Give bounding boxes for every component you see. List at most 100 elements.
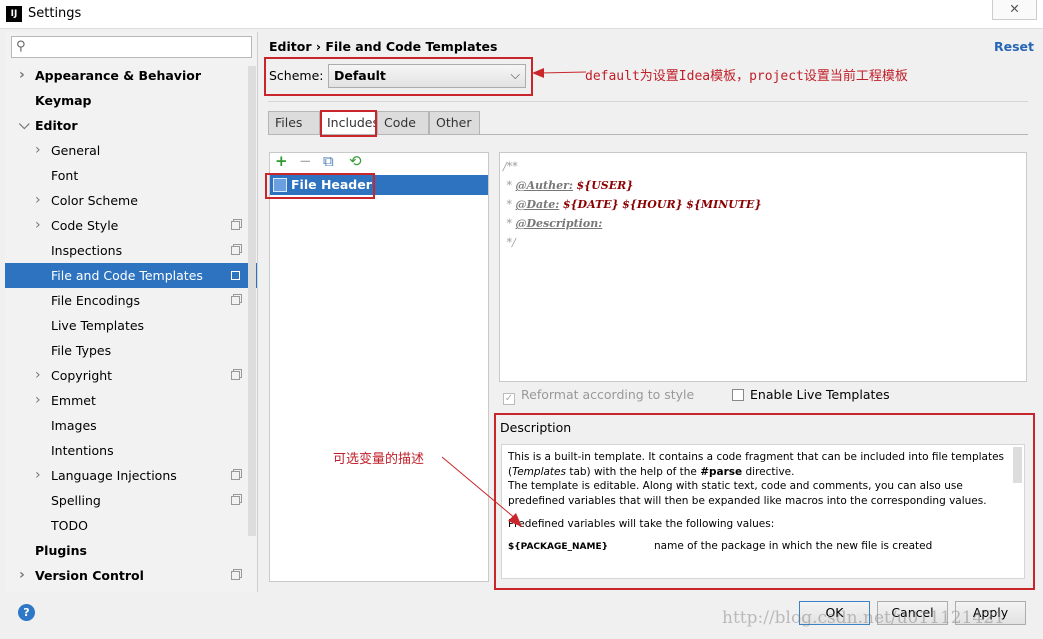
sidebar-item-label: Emmet xyxy=(51,393,96,408)
chevron-right-icon[interactable]: › xyxy=(35,138,41,163)
template-editor[interactable]: /** * @Auther: ${USER} * @Date: ${DATE} … xyxy=(499,152,1027,382)
date-tag: @Date: xyxy=(515,198,560,211)
sidebar-item-file-types[interactable]: File Types xyxy=(5,338,257,363)
chevron-right-icon[interactable]: › xyxy=(35,363,41,388)
divider xyxy=(268,134,1028,135)
scheme-dropdown[interactable]: Default ⌵ xyxy=(328,64,526,88)
minute-variable: ${MINUTE} xyxy=(686,198,762,211)
sidebar-item-label: Code Style xyxy=(51,218,119,233)
search-icon: ⚲ xyxy=(16,39,26,54)
help-button[interactable]: ? xyxy=(18,604,35,621)
sidebar-item-plugins[interactable]: Plugins xyxy=(5,538,257,563)
sidebar-item-language-injections[interactable]: › Language Injections xyxy=(5,463,257,488)
comment-star: * xyxy=(506,179,513,192)
comment-start: /** xyxy=(503,160,518,173)
description-tag: @Description: xyxy=(515,217,603,230)
annotation-box-includes xyxy=(320,110,377,137)
sidebar-item-file-encodings[interactable]: File Encodings xyxy=(5,288,257,313)
checkbox-icon xyxy=(732,389,744,401)
tab-files[interactable]: Files xyxy=(268,111,320,135)
sidebar-item-appearance-behavior[interactable]: › Appearance & Behavior xyxy=(5,63,257,88)
app-logo-icon: IJ xyxy=(6,6,22,22)
remove-icon[interactable]: − xyxy=(299,152,312,170)
annotation-arrow xyxy=(441,456,522,527)
desc-text: The template is editable. Along with sta… xyxy=(508,480,987,507)
chevron-down-icon[interactable]: ⌵ xyxy=(19,113,30,138)
live-templates-label: Enable Live Templates xyxy=(750,387,890,402)
reformat-checkbox[interactable]: ✓ Reformat according to style xyxy=(503,387,694,405)
date-variable: ${DATE} xyxy=(562,198,619,211)
project-copy-icon xyxy=(231,221,240,230)
sidebar-item-todo[interactable]: TODO xyxy=(5,513,257,538)
sidebar-item-images[interactable]: Images xyxy=(5,413,257,438)
chevron-right-icon[interactable]: › xyxy=(35,188,41,213)
sidebar-item-label: File Types xyxy=(51,343,112,358)
search-input[interactable]: ⚲ xyxy=(11,36,252,58)
breadcrumb: Editor › File and Code Templates xyxy=(269,39,498,54)
sidebar-item-emmet[interactable]: › Emmet xyxy=(5,388,257,413)
reset-template-icon[interactable]: ⟲ xyxy=(349,152,362,170)
description-panel: This is a built-in template. It contains… xyxy=(501,444,1025,579)
sidebar-item-keymap[interactable]: Keymap xyxy=(5,88,257,113)
sidebar-item-label: TODO xyxy=(51,518,88,533)
project-copy-icon xyxy=(231,371,240,380)
sidebar-scrollbar[interactable] xyxy=(248,66,256,536)
chevron-right-icon[interactable]: › xyxy=(19,63,25,88)
hour-variable: ${HOUR} xyxy=(622,198,683,211)
user-variable: ${USER} xyxy=(576,179,634,192)
sidebar-item-color-scheme[interactable]: › Color Scheme xyxy=(5,188,257,213)
sidebar-item-intentions[interactable]: Intentions xyxy=(5,438,257,463)
comment-end: */ xyxy=(506,236,516,249)
project-copy-icon xyxy=(231,246,240,255)
sidebar-item-label: General xyxy=(51,143,101,158)
auther-tag: @Auther: xyxy=(515,179,573,192)
enable-live-templates-checkbox[interactable]: Enable Live Templates xyxy=(732,387,890,402)
annotation-scheme-note: default为设置Idea模板，project设置当前工程模板 xyxy=(585,69,908,84)
project-copy-icon xyxy=(231,296,240,305)
reformat-label: Reformat according to style xyxy=(521,387,695,402)
reset-link[interactable]: Reset xyxy=(994,39,1034,54)
chevron-right-icon[interactable]: › xyxy=(35,388,41,413)
comment-star: * xyxy=(506,198,513,211)
project-copy-icon xyxy=(231,571,240,580)
sidebar-item-copyright[interactable]: › Copyright xyxy=(5,363,257,388)
sidebar-item-label: Color Scheme xyxy=(51,193,138,208)
sidebar-item-spelling[interactable]: Spelling xyxy=(5,488,257,513)
project-copy-icon xyxy=(231,471,240,480)
chevron-right-icon[interactable]: › xyxy=(35,463,41,488)
description-scrollbar[interactable] xyxy=(1013,447,1022,483)
sidebar-item-label: Intentions xyxy=(51,443,114,458)
sidebar-item-editor[interactable]: ⌵ Editor xyxy=(5,113,257,138)
chevron-right-icon[interactable]: › xyxy=(19,563,25,588)
sidebar-item-version-control[interactable]: › Version Control xyxy=(5,563,257,588)
sidebar-item-file-and-code-templates[interactable]: File and Code Templates xyxy=(5,263,257,288)
sidebar-item-code-style[interactable]: › Code Style xyxy=(5,213,257,238)
sidebar-item-label: Appearance & Behavior xyxy=(35,68,201,83)
checkbox-checked-icon: ✓ xyxy=(503,393,515,405)
sidebar-item-font[interactable]: Font xyxy=(5,163,257,188)
variable-description: name of the package in which the new fil… xyxy=(654,539,933,552)
project-copy-icon xyxy=(231,271,240,280)
close-button[interactable]: ✕ xyxy=(992,0,1037,20)
sidebar-item-live-templates[interactable]: Live Templates xyxy=(5,313,257,338)
sidebar-item-general[interactable]: › General xyxy=(5,138,257,163)
project-copy-icon xyxy=(231,496,240,505)
variable-name: ${PACKAGE_NAME} xyxy=(508,541,608,552)
sidebar-item-label: File Encodings xyxy=(51,293,141,308)
desc-text: #parse xyxy=(700,465,743,478)
tab-other[interactable]: Other xyxy=(429,111,480,135)
comment-star: * xyxy=(506,217,513,230)
add-icon[interactable]: + xyxy=(275,152,288,170)
sidebar-item-inspections[interactable]: Inspections xyxy=(5,238,257,263)
annotation-box-file-header xyxy=(265,173,375,199)
sidebar-item-label: Font xyxy=(51,168,79,183)
scheme-value: Default xyxy=(334,68,386,83)
sidebar-item-label: Language Injections xyxy=(51,468,177,483)
tab-code[interactable]: Code xyxy=(377,111,429,135)
sidebar-item-label: Spelling xyxy=(51,493,101,508)
desc-text: directive. xyxy=(742,465,795,478)
watermark: http://blog.csdn.net/u011121421 xyxy=(722,608,1005,628)
copy-icon[interactable]: ⧉ xyxy=(323,152,334,170)
chevron-right-icon[interactable]: › xyxy=(35,213,41,238)
sidebar-item-label: Copyright xyxy=(51,368,113,383)
